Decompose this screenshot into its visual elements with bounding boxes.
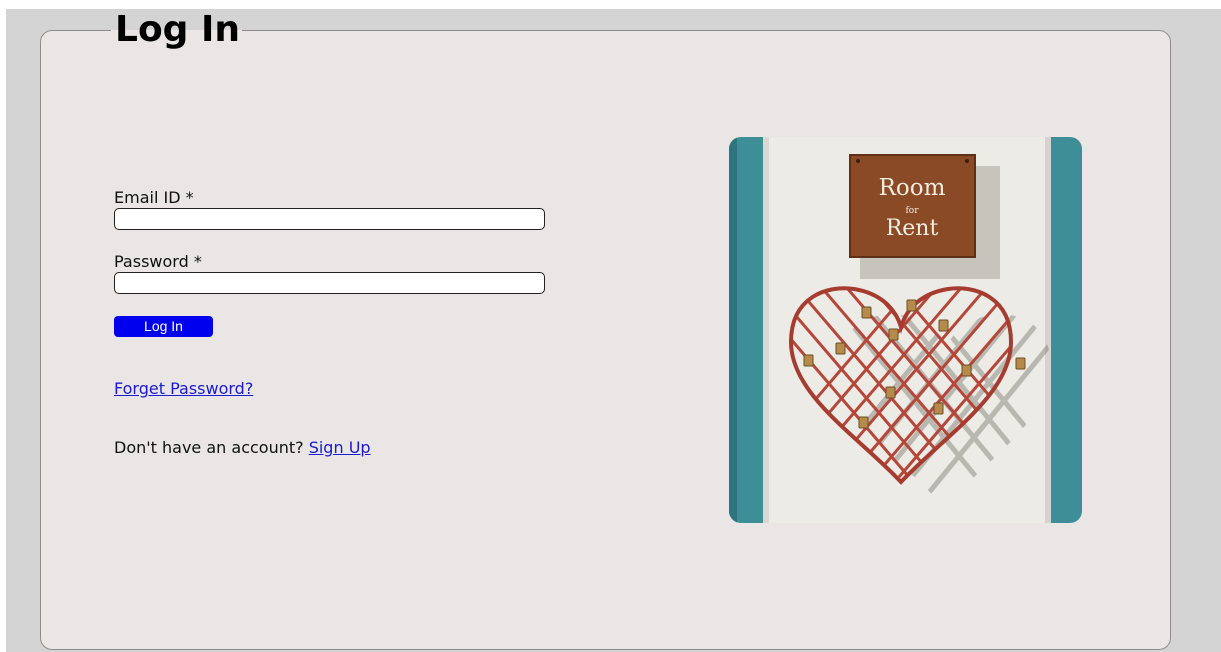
email-input[interactable]	[114, 208, 545, 230]
sign-text-room: Room	[879, 175, 946, 201]
signup-row: Don't have an account? Sign Up	[114, 438, 554, 457]
page-title: Log In	[115, 9, 240, 50]
signup-link[interactable]: Sign Up	[309, 438, 371, 457]
email-label: Email ID *	[114, 188, 194, 207]
password-input[interactable]	[114, 272, 545, 294]
password-label: Password *	[114, 252, 202, 271]
sign-text-rent: Rent	[886, 216, 939, 241]
photo-illustration: Room for Rent	[729, 137, 1082, 523]
login-form: Email ID * Password * Log In Forget Pass…	[114, 188, 554, 457]
signup-prompt: Don't have an account?	[114, 438, 309, 457]
forgot-password-link[interactable]: Forget Password?	[114, 379, 253, 398]
login-panel: Log In Email ID * Password * Log In Forg…	[40, 10, 1171, 650]
room-for-rent-photo: Room for Rent	[729, 137, 1082, 523]
login-button[interactable]: Log In	[114, 316, 213, 337]
sign-text-for: for	[905, 206, 919, 216]
